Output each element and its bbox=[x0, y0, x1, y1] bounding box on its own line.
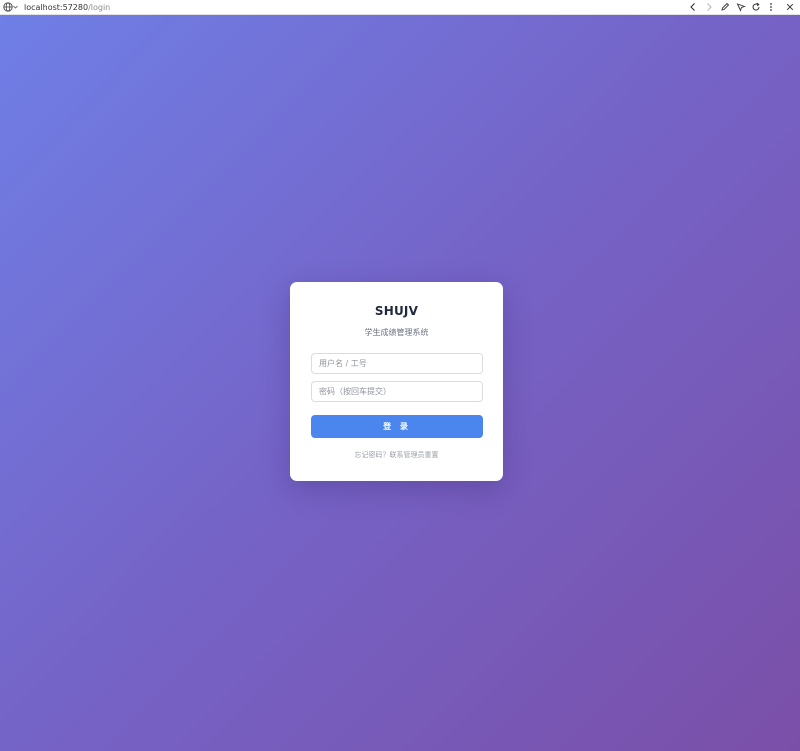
globe-icon[interactable] bbox=[3, 2, 13, 12]
login-button[interactable]: 登 录 bbox=[311, 415, 483, 438]
url-path: /login bbox=[88, 3, 111, 12]
cursor-icon[interactable] bbox=[736, 2, 746, 12]
back-icon[interactable] bbox=[688, 2, 698, 12]
refresh-icon[interactable] bbox=[751, 2, 761, 12]
chevron-down-icon[interactable] bbox=[13, 5, 18, 9]
app-title: SHUJV bbox=[374, 304, 419, 318]
url-host: localhost:57280 bbox=[24, 3, 89, 12]
forward-icon[interactable] bbox=[704, 2, 714, 12]
more-icon[interactable] bbox=[766, 2, 776, 12]
browser-toolbar: localhost:57280/login bbox=[0, 0, 800, 15]
password-input[interactable] bbox=[311, 381, 483, 402]
login-page-background: SHUJV 学生成绩管理系统 登 录 忘记密码？联系管理员重置 bbox=[0, 15, 800, 751]
edit-icon[interactable] bbox=[720, 2, 730, 12]
close-icon[interactable] bbox=[785, 2, 795, 12]
forgot-password-text: 忘记密码？联系管理员重置 bbox=[354, 451, 439, 459]
app-subtitle: 学生成绩管理系统 bbox=[364, 328, 429, 337]
login-card: SHUJV 学生成绩管理系统 登 录 忘记密码？联系管理员重置 bbox=[290, 282, 503, 481]
username-input[interactable] bbox=[311, 353, 483, 374]
address-bar[interactable]: localhost:57280/login bbox=[24, 1, 110, 14]
